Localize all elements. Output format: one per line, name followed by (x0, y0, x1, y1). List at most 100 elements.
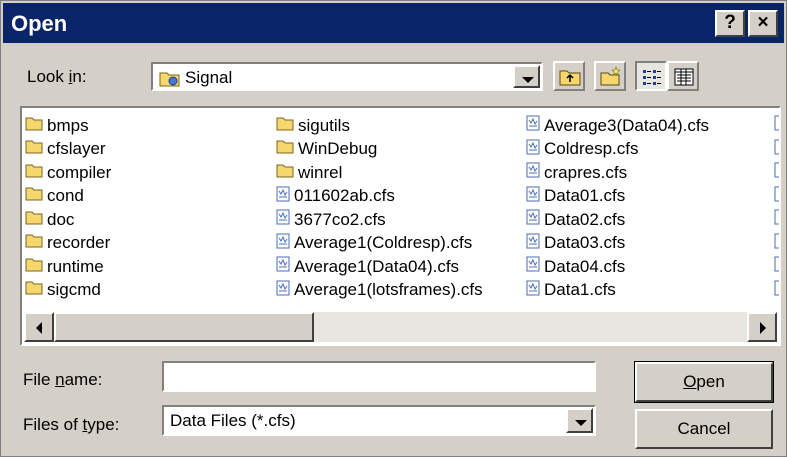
file-name-input[interactable] (162, 361, 596, 392)
cfs-file-icon (276, 256, 290, 277)
up-folder-icon (559, 66, 581, 91)
network-folder-icon (159, 69, 181, 92)
list-item-label: crapres.cfs (544, 162, 628, 182)
close-button[interactable]: × (748, 10, 778, 37)
file-list-column: bmps cfslayer compiler cond doc recorder runti… (25, 114, 111, 302)
list-item-label: doc (47, 209, 75, 229)
open-button[interactable]: Open (634, 361, 774, 403)
list-item[interactable]: Data04.cfs (526, 255, 709, 279)
list-item-label: Average1(Data04).cfs (294, 256, 460, 276)
folder-icon (276, 116, 294, 136)
cfs-file-icon (526, 233, 540, 254)
list-item[interactable]: Data02.cfs (526, 208, 709, 232)
scroll-thumb[interactable] (54, 312, 314, 342)
open-dialog: Open ? × Look in: Signal bmps cfslayer com… (0, 0, 787, 457)
cfs-file-icon (774, 186, 779, 207)
cfs-file-icon (526, 256, 540, 277)
new-folder-icon (600, 66, 622, 91)
list-item[interactable]: 3677co2.cfs (276, 208, 483, 232)
list-item-label: winrel (298, 162, 343, 182)
cfs-file-icon (774, 162, 779, 183)
list-item-label: Data03.cfs (544, 233, 626, 253)
look-in-value: Signal (185, 68, 233, 87)
scroll-left-button[interactable] (24, 312, 54, 342)
list-item[interactable]: winrel (276, 161, 483, 185)
cfs-file-icon (774, 115, 779, 136)
details-view-button[interactable] (667, 61, 699, 91)
list-item[interactable]: Data1.cfs (526, 279, 709, 303)
folder-icon (276, 163, 294, 183)
cfs-file-icon (276, 209, 290, 230)
list-item-label: Data04.cfs (544, 256, 626, 276)
list-item-label: compiler (47, 162, 112, 182)
list-item[interactable]: WinDebug (276, 138, 483, 162)
folder-icon (25, 210, 43, 230)
list-item[interactable]: Data03.cfs (526, 232, 709, 256)
files-of-type-value: Data Files (*.cfs) (170, 411, 296, 430)
files-of-type-dropdown-button[interactable] (566, 408, 593, 433)
list-item[interactable]: Average1(Data04).cfs (276, 255, 483, 279)
list-item[interactable]: sigutils (276, 114, 483, 138)
files-of-type-combo[interactable]: Data Files (*.cfs) (162, 405, 596, 436)
scroll-right-button[interactable] (747, 312, 777, 342)
folder-icon (25, 257, 43, 277)
list-item[interactable]: cfslayer (25, 138, 111, 162)
list-item-label: 3677co2.cfs (294, 209, 386, 229)
list-item[interactable]: recorder (25, 232, 111, 256)
list-item[interactable]: compiler (25, 161, 111, 185)
cfs-file-icon (774, 256, 779, 277)
list-item-label: Average3(Data04).cfs (544, 115, 710, 135)
list-item-label: Data1.cfs (544, 280, 616, 300)
list-item[interactable]: Average3(Data04).cfs (526, 114, 709, 138)
help-button[interactable]: ? (715, 10, 745, 37)
list-item[interactable]: crapres.cfs (526, 161, 709, 185)
details-view-icon (674, 68, 694, 91)
cfs-file-icon (774, 209, 779, 230)
look-in-dropdown-button[interactable] (513, 65, 540, 88)
look-in-label: Look in: (27, 67, 87, 86)
list-item-label: runtime (47, 256, 104, 276)
list-item-label: bmps (47, 115, 89, 135)
files-of-type-label: Files of type: (23, 415, 120, 434)
file-list-column-partial (774, 114, 779, 302)
folder-icon (25, 186, 43, 206)
folder-icon (25, 116, 43, 136)
title-bar[interactable]: Open ? × (3, 3, 784, 43)
list-item[interactable]: Average1(lotsframes).cfs (276, 279, 483, 303)
folder-icon (25, 280, 43, 300)
arrow-right-icon (758, 321, 768, 339)
folder-icon (25, 233, 43, 253)
list-item[interactable]: doc (25, 208, 111, 232)
cfs-file-icon (526, 209, 540, 230)
list-item[interactable]: 011602ab.cfs (276, 185, 483, 209)
cfs-file-icon (526, 280, 540, 301)
list-item[interactable]: Average1(Coldresp).cfs (276, 232, 483, 256)
list-item[interactable]: cond (25, 185, 111, 209)
cfs-file-icon (276, 233, 290, 254)
list-view-icon (642, 68, 662, 91)
list-item[interactable]: Coldresp.cfs (526, 138, 709, 162)
look-in-combo[interactable]: Signal (151, 62, 543, 91)
list-item[interactable]: runtime (25, 255, 111, 279)
cancel-button[interactable]: Cancel (635, 409, 773, 449)
file-list-column: Average3(Data04).cfs Coldresp.cfs crapres.… (526, 114, 709, 302)
folder-icon (25, 139, 43, 159)
file-name-label: File name: (23, 370, 103, 389)
list-view-button[interactable] (635, 61, 667, 91)
cfs-file-icon (774, 233, 779, 254)
list-item-label: cfslayer (47, 139, 106, 159)
list-item-label: WinDebug (298, 139, 378, 159)
cfs-file-icon (526, 139, 540, 160)
list-item-label: Average1(lotsframes).cfs (294, 280, 483, 300)
up-one-level-button[interactable] (553, 61, 585, 91)
cfs-file-icon (774, 139, 779, 160)
list-item[interactable]: bmps (25, 114, 111, 138)
file-list-column: sigutils WinDebug winrel 011602ab.cfs 3677co… (276, 114, 483, 302)
cfs-file-icon (276, 186, 290, 207)
file-list[interactable]: bmps cfslayer compiler cond doc recorder runti… (20, 106, 781, 346)
create-new-folder-button[interactable] (594, 61, 626, 91)
list-item[interactable]: sigcmd (25, 279, 111, 303)
folder-icon (276, 139, 294, 159)
list-item[interactable]: Data01.cfs (526, 185, 709, 209)
horizontal-scrollbar[interactable] (24, 312, 777, 342)
